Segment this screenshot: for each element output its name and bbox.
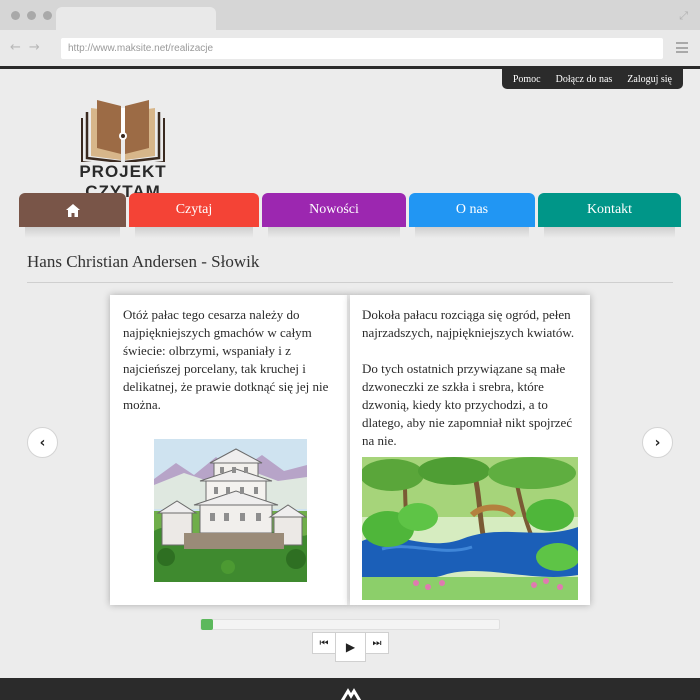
browser-toolbar: ← → http://www.maksite.net/realizacje	[0, 30, 700, 66]
rewind-icon: ⏮	[319, 637, 329, 649]
open-book-icon	[81, 100, 165, 167]
window-dot[interactable]	[43, 11, 52, 20]
chevron-right-icon: ›	[654, 434, 661, 451]
reading-progress[interactable]	[200, 619, 500, 630]
book-page-right: Dokoła pałacu rozciąga się ogród, pełen …	[350, 295, 590, 605]
rewind-button[interactable]: ⏮	[312, 632, 336, 654]
browser-tab[interactable]	[56, 7, 216, 31]
right-page-text-2: Do tych ostatnich przywiązane są małe dz…	[362, 361, 573, 448]
title-divider	[27, 282, 673, 283]
left-page-text: Otóż pałac tego cesarza należy do najpię…	[123, 307, 329, 412]
window-controls	[11, 11, 52, 20]
nav-kontakt[interactable]: Kontakt	[538, 193, 681, 238]
main-nav: Czytaj Nowości O nas Kontakt	[19, 193, 681, 238]
fast-forward-icon: ⏭	[372, 637, 382, 649]
window-dot[interactable]	[11, 11, 20, 20]
footer	[0, 678, 700, 700]
chevron-left-icon: ‹	[39, 434, 46, 451]
nav-nowosci[interactable]: Nowości	[262, 193, 406, 238]
garden-pond-illustration	[362, 457, 578, 600]
forward-arrow-icon[interactable]: →	[29, 40, 40, 55]
home-icon	[65, 203, 80, 217]
help-link[interactable]: Pomoc	[513, 74, 541, 85]
right-page-text-1: Dokoła pałacu rozciąga się ogród, pełen …	[362, 307, 575, 340]
prev-page-button[interactable]: ‹	[27, 427, 58, 458]
browser-nav: ← →	[10, 40, 40, 55]
porcelain-palace-illustration	[154, 439, 307, 582]
window-dot[interactable]	[27, 11, 36, 20]
nav-home[interactable]	[19, 193, 126, 238]
nav-o-nas[interactable]: O nas	[409, 193, 535, 238]
next-page-button[interactable]: ›	[642, 427, 673, 458]
nav-label: Kontakt	[586, 202, 633, 217]
page-title: Hans Christian Andersen - Słowik	[27, 252, 260, 271]
expand-icon[interactable]: ⤢	[679, 9, 688, 23]
fast-forward-button[interactable]: ⏭	[365, 632, 389, 654]
top-links: Pomoc Dołącz do nas Zaloguj się	[501, 69, 683, 89]
nav-label: Nowości	[309, 202, 359, 217]
hamburger-menu-icon[interactable]	[676, 42, 688, 53]
progress-fill	[201, 619, 213, 630]
browser-chrome: ← → http://www.maksite.net/realizacje ⤢	[0, 0, 700, 69]
book-page-left: Otóż pałac tego cesarza należy do najpię…	[110, 295, 350, 605]
login-link[interactable]: Zaloguj się	[627, 74, 672, 85]
play-button[interactable]: ▶	[335, 632, 366, 662]
play-icon: ▶	[345, 640, 356, 654]
back-arrow-icon[interactable]: ←	[10, 40, 21, 55]
address-bar[interactable]: http://www.maksite.net/realizacje	[61, 38, 663, 59]
nav-czytaj[interactable]: Czytaj	[129, 193, 259, 238]
nav-label: Czytaj	[175, 202, 213, 217]
logo[interactable]: PROJEKT CZYTAM	[47, 98, 199, 201]
page: Pomoc Dołącz do nas Zaloguj się PROJEKT …	[0, 69, 700, 700]
join-link[interactable]: Dołącz do nas	[556, 74, 613, 85]
nav-label: O nas	[455, 202, 489, 217]
footer-logo-icon	[340, 688, 362, 700]
